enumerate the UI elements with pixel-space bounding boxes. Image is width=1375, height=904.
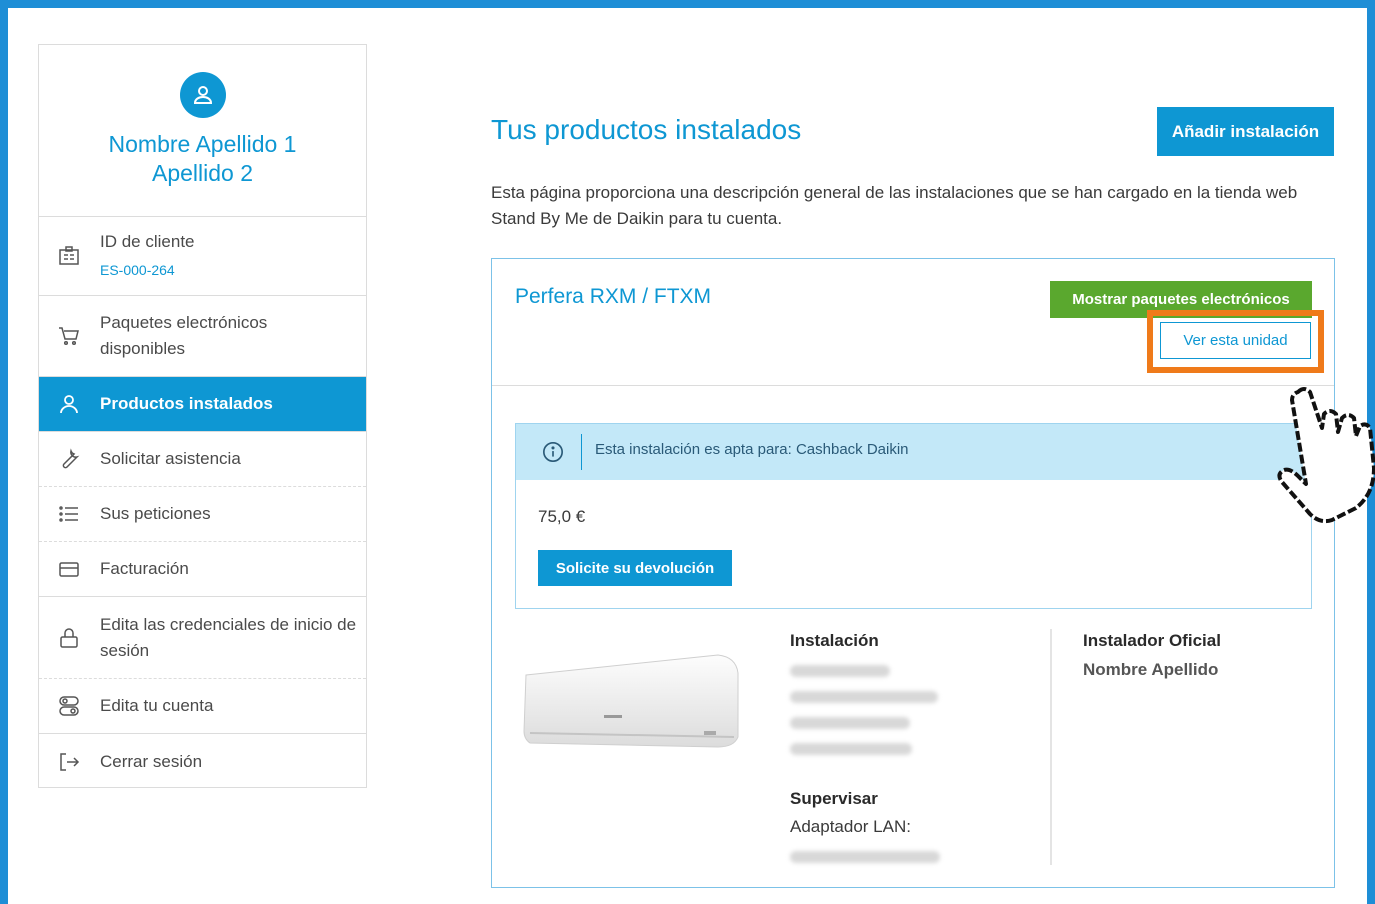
sidebar-item-label: Productos instalados [100,394,273,413]
sidebar-item-requests[interactable]: Sus peticiones [39,487,366,542]
profile-name: Nombre Apellido 1 Apellido 2 [108,131,297,186]
air-conditioner-image [523,654,739,748]
sidebar-item-label: Edita tu cuenta [100,696,214,715]
sidebar-item-edit-account[interactable]: Edita tu cuenta [39,679,366,734]
redacted-country [790,743,912,755]
list-icon [56,501,82,527]
wrench-icon [56,446,82,472]
sidebar-item-installed-products[interactable]: Productos instalados [39,377,366,432]
redacted-address [790,691,938,703]
banner-divider [581,434,582,470]
client-id-value: ES-000-264 [100,262,175,278]
product-card: Perfera RXM / FTXM Mostrar paquetes elec… [491,258,1335,888]
sidebar-item-label: Sus peticiones [100,504,211,523]
sidebar-item-label: Edita las credenciales de inicio de sesi… [100,614,357,660]
supervise-column: Supervisar Adaptador LAN: [790,789,940,863]
user-icon [193,86,212,104]
info-icon [543,442,563,462]
installer-column: Instalador Oficial Nombre Apellido [1083,631,1221,680]
sidebar-item-billing[interactable]: Facturación [39,542,366,597]
cart-icon [56,323,82,349]
sidebar-item-label: ID de cliente [100,232,195,251]
profile-block: Nombre Apellido 1 Apellido 2 [39,45,366,217]
credit-card-icon [56,556,82,582]
redacted-lan-id [790,851,940,863]
add-installation-button[interactable]: Añadir instalación [1157,107,1334,156]
lan-adapter-label: Adaptador LAN: [790,817,911,836]
cashback-amount: 75,0 € [538,507,586,526]
cashback-banner: Esta instalación es apta para: Cashback … [516,424,1311,480]
avatar [179,72,226,118]
cashback-text: Esta instalación es apta para: Cashback … [595,441,909,458]
sidebar-item-label: Solicitar asistencia [100,449,241,468]
user-icon [56,391,82,417]
installer-heading: Instalador Oficial [1083,631,1221,650]
installation-column: Instalación [790,631,938,755]
sidebar-item-support[interactable]: Solicitar asistencia [39,432,366,487]
page-description: Esta página proporciona una descripción … [491,183,1298,228]
sidebar-item-packages[interactable]: Paquetes electrónicos disponibles [39,296,366,377]
sidebar-item-label: Facturación [100,559,189,578]
sidebar-item-label: Cerrar sesión [100,751,203,771]
logout-icon [56,749,82,775]
view-unit-button[interactable]: Ver esta unidad [1160,322,1311,359]
redacted-date [790,665,890,677]
sidebar-item-client-id: ID de cliente ES-000-264 [39,217,366,296]
sidebar-item-logout[interactable]: Cerrar sesión [39,734,366,789]
sidebar-item-credentials[interactable]: Edita las credenciales de inicio de sesi… [39,597,366,679]
toggle-icon [56,693,82,719]
supervise-heading: Supervisar [790,789,878,808]
lock-icon [56,625,82,651]
sidebar-item-label: Paquetes electrónicos disponibles [100,313,268,358]
page-title: Tus productos instalados [491,114,802,145]
product-title: Perfera RXM / FTXM [515,285,712,308]
id-card-icon [56,243,82,269]
cashback-panel: Esta instalación es apta para: Cashback … [515,423,1312,609]
column-divider [1050,629,1052,865]
account-sidebar: Nombre Apellido 1 Apellido 2 ID de clien… [38,44,367,788]
request-refund-button[interactable]: Solicite su devolución [538,550,732,586]
hand-pointer-icon [1277,387,1375,524]
installer-name: Nombre Apellido [1083,660,1219,679]
redacted-postcode [790,717,910,729]
installation-heading: Instalación [790,631,879,650]
product-card-header: Perfera RXM / FTXM Mostrar paquetes elec… [492,259,1334,386]
